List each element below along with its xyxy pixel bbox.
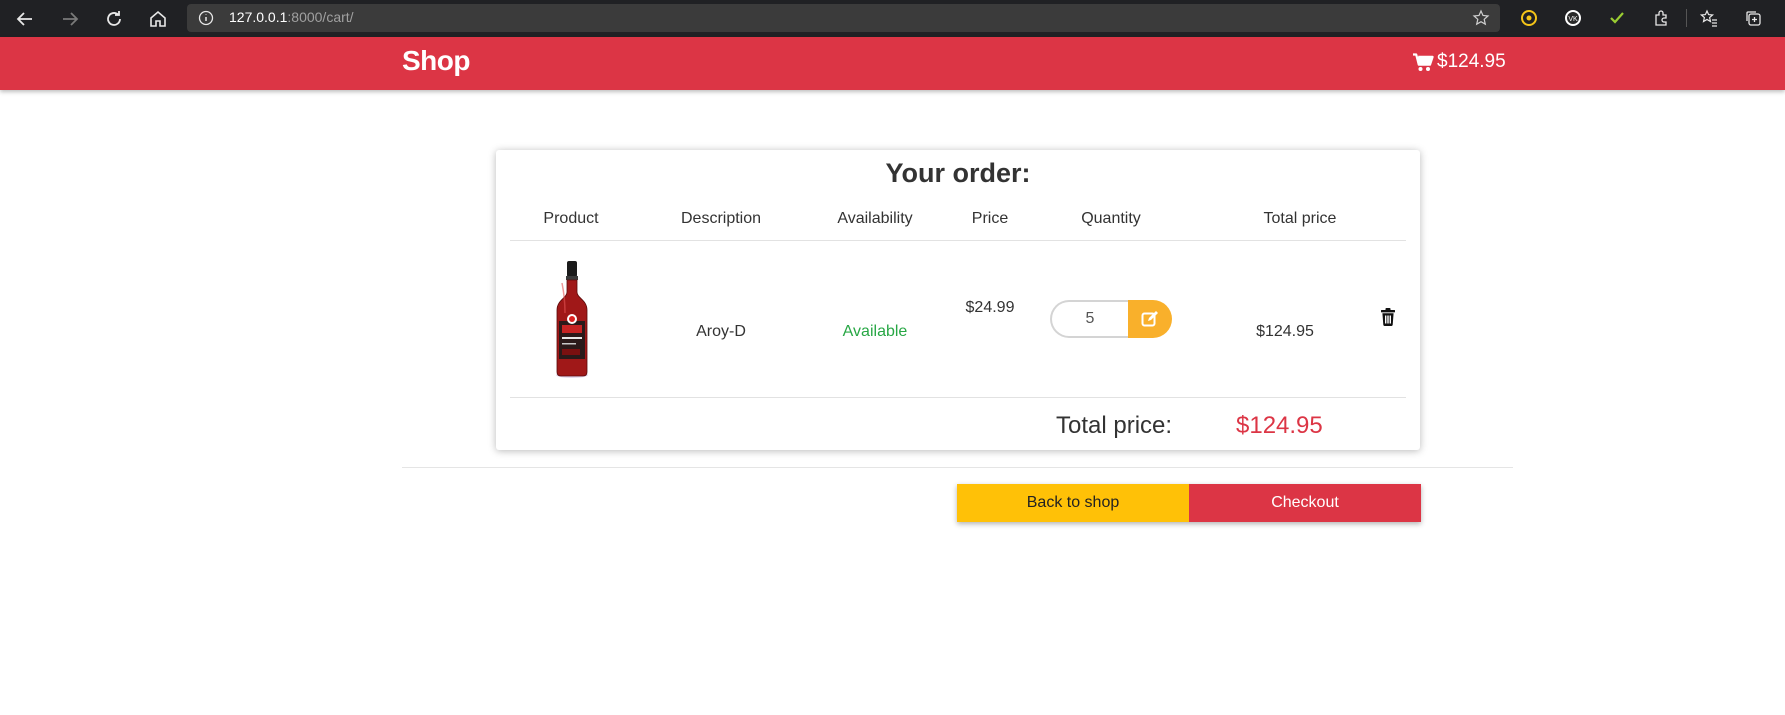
section-divider bbox=[402, 467, 1513, 468]
info-icon[interactable] bbox=[198, 10, 214, 31]
url-text: 127.0.0.1:8000/cart/ bbox=[229, 9, 354, 25]
brand-logo[interactable]: Shop bbox=[402, 45, 471, 77]
cart-actions: Back to shop Checkout bbox=[957, 484, 1421, 522]
column-header-description: Description bbox=[680, 210, 762, 227]
column-header-availability: Availability bbox=[837, 210, 913, 227]
favorites-icon[interactable] bbox=[1698, 7, 1720, 29]
checkmark-extension-icon[interactable] bbox=[1606, 7, 1628, 29]
column-header-total-price: Total price bbox=[1263, 210, 1337, 227]
forward-arrow-icon[interactable] bbox=[57, 6, 83, 32]
browser-toolbar: 127.0.0.1:8000/cart/ VK bbox=[0, 0, 1785, 37]
back-arrow-icon[interactable] bbox=[12, 6, 38, 32]
order-card: Your order: Product Description Availabi… bbox=[496, 150, 1420, 450]
order-total-value: $124.95 bbox=[1236, 412, 1323, 439]
row-total-price: $124.95 bbox=[1256, 323, 1314, 340]
checkout-button[interactable]: Checkout bbox=[1189, 484, 1421, 522]
extension-badge-yellow-icon[interactable] bbox=[1518, 7, 1540, 29]
trash-icon[interactable] bbox=[1381, 308, 1395, 326]
vk-extension-icon[interactable]: VK bbox=[1562, 7, 1584, 29]
reload-icon[interactable] bbox=[101, 6, 127, 32]
extension-icon[interactable] bbox=[1650, 7, 1672, 29]
order-title: Your order: bbox=[885, 158, 1031, 188]
address-bar[interactable]: 127.0.0.1:8000/cart/ bbox=[187, 4, 1500, 32]
product-image-hot-sauce-bottle[interactable] bbox=[550, 261, 594, 381]
back-to-shop-button[interactable]: Back to shop bbox=[957, 484, 1189, 522]
shopping-cart-icon bbox=[1413, 52, 1434, 71]
svg-text:VK: VK bbox=[1568, 16, 1578, 23]
add-favorite-icon[interactable] bbox=[1472, 9, 1490, 32]
toolbar-divider bbox=[1686, 9, 1687, 27]
table-divider bbox=[510, 397, 1406, 398]
site-header: Shop $124.95 bbox=[0, 37, 1785, 90]
unit-price: $24.99 bbox=[965, 299, 1015, 316]
order-total-label: Total price: bbox=[1056, 412, 1173, 439]
quantity-input[interactable] bbox=[1050, 300, 1128, 338]
quantity-control bbox=[1050, 300, 1174, 338]
home-icon[interactable] bbox=[145, 6, 171, 32]
collections-icon[interactable] bbox=[1742, 7, 1764, 29]
header-cart-total: $124.95 bbox=[1437, 51, 1506, 72]
column-header-product: Product bbox=[543, 210, 599, 227]
edit-icon bbox=[1141, 311, 1158, 327]
header-cart-link[interactable]: $124.95 bbox=[1413, 51, 1506, 73]
update-quantity-button[interactable] bbox=[1128, 300, 1172, 338]
availability-status: Available bbox=[842, 323, 908, 340]
product-description: Aroy-D bbox=[696, 323, 746, 340]
column-header-price: Price bbox=[971, 210, 1009, 227]
table-divider bbox=[510, 240, 1406, 241]
column-header-quantity: Quantity bbox=[1081, 210, 1141, 227]
